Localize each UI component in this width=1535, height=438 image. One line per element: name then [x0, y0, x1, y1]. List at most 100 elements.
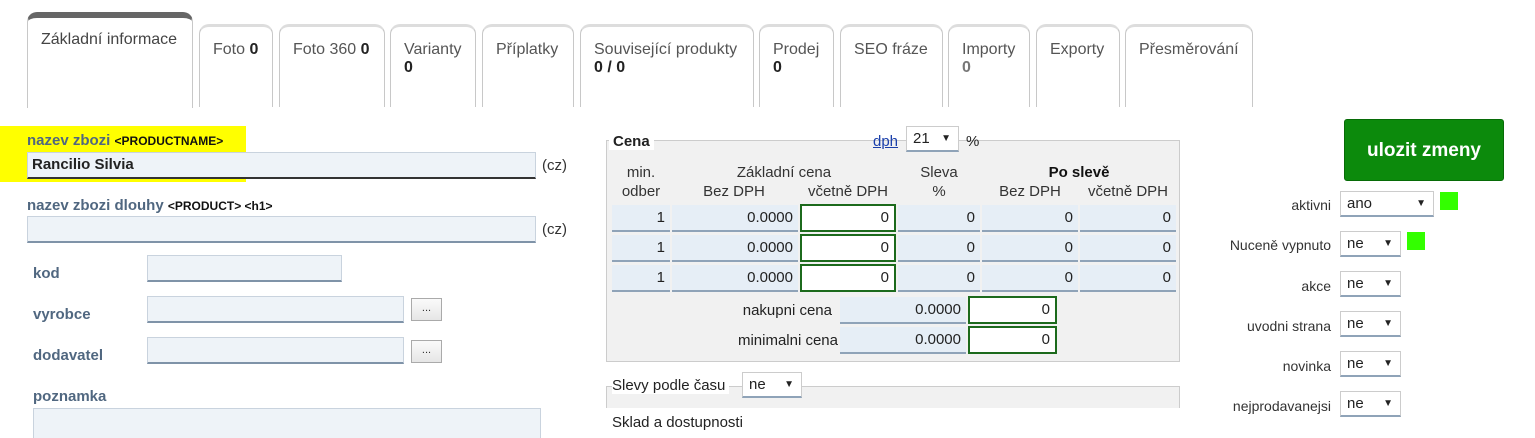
flag-akce-label: akce: [1301, 278, 1331, 294]
tab-foto[interactable]: Foto 0: [199, 24, 273, 107]
kod-input[interactable]: [147, 255, 342, 282]
tab-label: Základní informace: [41, 31, 178, 48]
tab-label: Foto: [213, 41, 246, 58]
save-button[interactable]: ulozit zmeny: [1344, 119, 1504, 181]
tab-label: Exporty: [1050, 41, 1105, 58]
tab-exporty[interactable]: Exporty: [1036, 24, 1120, 107]
dodavatel-input[interactable]: [147, 337, 404, 364]
tab-count: 0: [249, 41, 259, 58]
status-indicator: [1407, 232, 1425, 250]
slevy-select[interactable]: ne ▼: [742, 372, 802, 398]
nakupni-vcetne-dph[interactable]: 0: [968, 296, 1057, 324]
sklad-label: Sklad a dostupnosti: [612, 414, 743, 431]
vyrobce-label: vyrobce: [33, 306, 91, 323]
flag-nejprodavanejsi-label: nejprodavanejsi: [1232, 398, 1331, 414]
row3-vcetne-dph[interactable]: 0: [800, 264, 896, 292]
name-value: Rancilio Silvia: [32, 156, 134, 173]
flag-aktivni-select[interactable]: ano ▼: [1340, 191, 1434, 217]
name-lang: (cz): [542, 157, 567, 174]
chevron-down-icon: ▼: [1383, 358, 1393, 369]
hdr-po-vcetne-dph: včetně DPH: [1087, 183, 1169, 200]
row3-po-vcetne[interactable]: 0: [1080, 265, 1176, 292]
tab-count: 0: [404, 59, 413, 76]
flag-value: ne: [1347, 315, 1364, 332]
tab-varianty[interactable]: Varianty 0: [390, 24, 476, 107]
row2-sleva[interactable]: 0: [898, 235, 980, 262]
row3-po-bez[interactable]: 0: [982, 265, 1078, 292]
poznamka-textarea[interactable]: [33, 408, 541, 438]
long-name-tag: <PRODUCT> <h1>: [167, 199, 273, 213]
vyrobce-browse-button[interactable]: ...: [411, 298, 442, 321]
hdr-sleva: Sleva: [920, 164, 958, 181]
price-title: Cena: [609, 133, 654, 150]
dph-percent: %: [966, 133, 980, 150]
row2-bez-dph[interactable]: 0.0000: [672, 235, 798, 262]
long-name-input[interactable]: [27, 216, 536, 243]
tab-importy[interactable]: Importy 0: [948, 24, 1030, 107]
flag-value: ne: [1347, 235, 1364, 252]
row1-min[interactable]: 1: [612, 205, 670, 232]
flag-nejprodavanejsi-select[interactable]: ne ▼: [1340, 391, 1401, 417]
minimalni-label: minimalni cena: [737, 332, 838, 349]
tab-prodej[interactable]: Prodej 0: [759, 24, 834, 107]
slevy-label: Slevy podle času: [612, 377, 730, 394]
dph-value: 21: [913, 130, 930, 147]
tab-foto-360[interactable]: Foto 360 0: [279, 24, 385, 107]
flag-nucene-vypnuto-select[interactable]: ne ▼: [1340, 231, 1401, 257]
row1-po-bez[interactable]: 0: [982, 205, 1078, 232]
hdr-bez-dph: Bez DPH: [703, 183, 765, 200]
chevron-down-icon: ▼: [1383, 318, 1393, 329]
chevron-down-icon: ▼: [1383, 238, 1393, 249]
dph-select[interactable]: 21 ▼: [906, 126, 959, 152]
row1-bez-dph[interactable]: 0.0000: [672, 205, 798, 232]
flag-uvodni-strana-select[interactable]: ne ▼: [1340, 311, 1401, 337]
flag-value: ne: [1347, 355, 1364, 372]
row3-sleva[interactable]: 0: [898, 265, 980, 292]
tab-priplatky[interactable]: Příplatky: [482, 24, 574, 107]
chevron-down-icon: ▼: [1383, 278, 1393, 289]
kod-label: kod: [33, 265, 60, 282]
row1-sleva[interactable]: 0: [898, 205, 980, 232]
vyrobce-input[interactable]: [147, 296, 404, 323]
row1-po-vcetne[interactable]: 0: [1080, 205, 1176, 232]
dodavatel-browse-button[interactable]: ...: [411, 340, 442, 363]
row3-bez-dph[interactable]: 0.0000: [672, 265, 798, 292]
tab-souvisejici-produkty[interactable]: Související produkty 0 / 0: [580, 24, 754, 107]
long-name-label-text: nazev zbozi dlouhy: [27, 197, 164, 214]
hdr-odber: odber: [621, 183, 661, 200]
tab-count: 0: [962, 59, 971, 76]
row2-vcetne-dph[interactable]: 0: [800, 234, 896, 262]
name-input[interactable]: Rancilio Silvia: [27, 152, 536, 179]
tab-label: Prodej: [773, 41, 820, 58]
hdr-min: min.: [626, 164, 656, 181]
chevron-down-icon: ▼: [1383, 398, 1393, 409]
row3-min[interactable]: 1: [612, 265, 670, 292]
minimalni-vcetne-dph[interactable]: 0: [968, 326, 1057, 354]
long-name-lang: (cz): [542, 221, 567, 238]
nakupni-bez-dph[interactable]: 0.0000: [840, 297, 966, 324]
name-label-text: nazev zbozi: [27, 132, 111, 149]
name-label: nazev zbozi <PRODUCTNAME>: [27, 132, 223, 149]
tab-label: Varianty: [404, 41, 462, 58]
flag-nucene-vypnuto-label: Nuceně vypnuto: [1229, 237, 1331, 253]
row2-po-bez[interactable]: 0: [982, 235, 1078, 262]
row2-min[interactable]: 1: [612, 235, 670, 262]
flag-novinka-select[interactable]: ne ▼: [1340, 351, 1401, 377]
row1-vcetne-dph[interactable]: 0: [800, 204, 896, 232]
tab-presmerovani[interactable]: Přesměrování: [1125, 24, 1253, 107]
flag-uvodni-strana-label: uvodni strana: [1246, 318, 1331, 334]
tab-label: SEO fráze: [854, 41, 928, 58]
tab-zakladni-informace[interactable]: Základní informace: [27, 12, 193, 108]
tab-seo-fraze[interactable]: SEO fráze: [840, 24, 943, 107]
flag-value: ne: [1347, 275, 1364, 292]
chevron-down-icon: ▼: [1416, 198, 1426, 209]
row2-po-vcetne[interactable]: 0: [1080, 235, 1176, 262]
flag-value: ne: [1347, 395, 1364, 412]
flag-akce-select[interactable]: ne ▼: [1340, 271, 1401, 297]
dph-link[interactable]: dph: [873, 133, 898, 150]
hdr-sleva-pct: %: [932, 183, 946, 200]
flag-value: ano: [1347, 195, 1373, 212]
tab-label: Související produkty: [594, 41, 738, 58]
long-name-label: nazev zbozi dlouhy <PRODUCT> <h1>: [27, 197, 273, 214]
minimalni-bez-dph[interactable]: 0.0000: [840, 327, 966, 354]
